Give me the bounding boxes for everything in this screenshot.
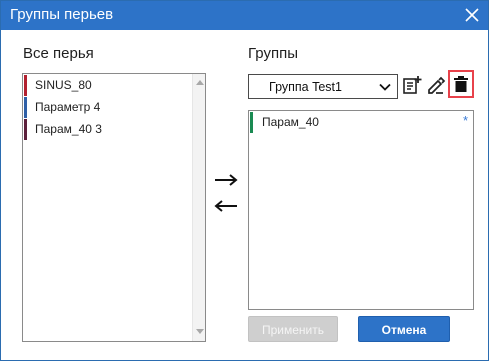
edit-group-button[interactable] — [425, 74, 447, 96]
group-pens-list[interactable]: Парам_40 * — [248, 110, 474, 310]
delete-group-button[interactable] — [448, 70, 474, 98]
list-item[interactable]: Парам_40 * — [250, 112, 472, 133]
pen-color-bar — [24, 97, 27, 118]
move-to-group-button[interactable] — [214, 173, 238, 187]
scrollbar[interactable] — [192, 74, 205, 341]
cancel-button[interactable]: Отмена — [358, 316, 450, 342]
close-button[interactable] — [461, 4, 483, 26]
apply-button[interactable]: Применить — [248, 316, 338, 342]
scroll-up-icon[interactable] — [196, 80, 204, 85]
add-note-icon — [403, 76, 422, 94]
add-group-button[interactable] — [401, 74, 423, 96]
pen-groups-dialog: Группы перьев Все перья Группы SINUS_80 … — [0, 0, 489, 361]
groups-label: Группы — [248, 45, 298, 62]
list-item[interactable]: Парам_40 3 — [24, 119, 192, 140]
pen-color-bar — [250, 112, 253, 133]
pen-color-bar — [24, 119, 27, 140]
pen-label: SINUS_80 — [35, 78, 92, 92]
chevron-down-icon — [379, 83, 391, 91]
title-bar: Группы перьев — [1, 1, 488, 30]
trash-icon — [454, 76, 468, 92]
all-pens-label: Все перья — [23, 45, 94, 62]
edit-pencil-icon — [428, 76, 446, 94]
arrow-left-icon — [214, 200, 237, 212]
dialog-title: Группы перьев — [10, 6, 114, 23]
list-item[interactable]: SINUS_80 — [24, 75, 192, 96]
close-icon — [465, 8, 479, 22]
group-select[interactable]: Группа Test1 — [248, 74, 398, 99]
pen-color-bar — [24, 75, 27, 96]
pen-label: Парам_40 — [262, 115, 319, 129]
group-select-value: Группа Test1 — [269, 80, 342, 94]
pen-label: Парам_40 3 — [35, 122, 102, 136]
arrow-right-icon — [215, 174, 238, 186]
pen-label: Параметр 4 — [35, 100, 101, 114]
all-pens-list[interactable]: SINUS_80 Параметр 4 Парам_40 3 — [22, 73, 206, 342]
remove-from-group-button[interactable] — [214, 199, 238, 213]
scroll-down-icon[interactable] — [196, 329, 204, 334]
modified-marker: * — [462, 113, 468, 128]
list-item[interactable]: Параметр 4 — [24, 97, 192, 118]
